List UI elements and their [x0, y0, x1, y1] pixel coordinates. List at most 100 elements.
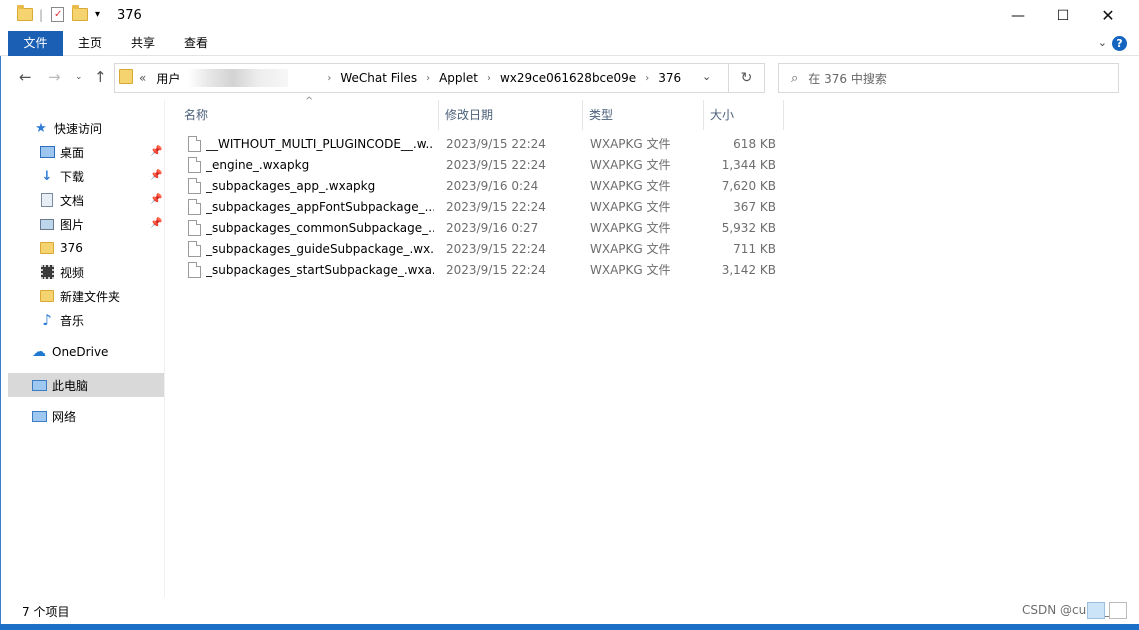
redacted-username — [188, 69, 289, 87]
file-icon — [188, 199, 201, 215]
file-type: WXAPKG 文件 — [590, 200, 671, 214]
nav-item-music[interactable]: ♪ 音乐 — [39, 308, 84, 332]
folder-icon — [39, 288, 55, 304]
nav-item-documents[interactable]: 文档 — [39, 188, 84, 212]
file-size: 5,932 KB — [721, 221, 776, 235]
breadcrumb-item[interactable]: 用户 — [156, 70, 180, 87]
expand-ribbon-icon[interactable]: ⌄ — [1098, 36, 1107, 49]
breadcrumb-current[interactable]: 376 — [658, 71, 681, 85]
breadcrumb-overflow[interactable]: « — [139, 71, 146, 85]
nav-item-videos[interactable]: 视频 — [39, 260, 84, 284]
folder-icon — [39, 240, 55, 256]
breadcrumb-item[interactable]: wx29ce061628bce09e — [500, 71, 636, 85]
status-bar: 7 个项目 CSDN @curry_wu — [0, 597, 1139, 624]
close-button[interactable]: ✕ — [1085, 0, 1131, 31]
file-date: 2023/9/15 22:24 — [446, 263, 546, 277]
refresh-button[interactable]: ↻ — [729, 63, 765, 93]
column-header-name[interactable]: 名称 — [178, 100, 439, 130]
column-header-type[interactable]: 类型 — [583, 100, 704, 130]
large-icons-view-button[interactable] — [1109, 602, 1127, 619]
file-row[interactable]: _subpackages_app_.wxapkg 2023/9/16 0:24 … — [184, 176, 784, 197]
tab-share[interactable]: 共享 — [123, 31, 163, 56]
file-icon — [188, 178, 201, 194]
file-size: 367 KB — [733, 200, 776, 214]
file-icon — [188, 157, 201, 173]
breadcrumb-separator[interactable]: › — [327, 73, 331, 84]
nav-label: 新建文件夹 — [60, 289, 121, 304]
nav-label: 快速访问 — [54, 121, 103, 136]
details-view-button[interactable] — [1087, 602, 1105, 619]
nav-item-new-folder[interactable]: 新建文件夹 — [39, 284, 120, 308]
search-box[interactable]: ⌕ 在 376 中搜索 — [778, 63, 1119, 93]
properties-icon[interactable]: ✓ — [51, 7, 65, 22]
window-title: 376 — [117, 8, 142, 23]
tab-view[interactable]: 查看 — [176, 31, 216, 56]
nav-item-desktop[interactable]: 桌面 — [39, 140, 84, 164]
file-row[interactable]: _subpackages_commonSubpackage_... 2023/9… — [184, 218, 784, 239]
maximize-button[interactable]: ☐ — [1040, 0, 1086, 31]
pin-icon[interactable]: 📌 — [150, 170, 162, 181]
file-row[interactable]: _subpackages_appFontSubpackage_.... 2023… — [184, 197, 784, 218]
file-row[interactable]: _engine_.wxapkg 2023/9/15 22:24 WXAPKG 文… — [184, 155, 784, 176]
breadcrumb-separator[interactable]: › — [645, 73, 649, 84]
forward-button[interactable]: → — [48, 68, 61, 86]
breadcrumb-item[interactable]: WeChat Files — [340, 71, 417, 85]
videos-icon — [39, 264, 55, 280]
refresh-icon: ↻ — [740, 70, 753, 86]
nav-item-downloads[interactable]: ↓ 下载 — [39, 164, 84, 188]
breadcrumb-separator[interactable]: › — [426, 73, 430, 84]
file-date: 2023/9/15 22:24 — [446, 200, 546, 214]
pictures-icon — [39, 216, 55, 232]
new-folder-icon[interactable] — [72, 5, 89, 21]
address-bar[interactable]: « 用户 › WeChat Files › Applet › wx29ce061… — [114, 63, 729, 93]
file-row[interactable]: __WITHOUT_MULTI_PLUGINCODE__.w... 2023/9… — [184, 134, 784, 155]
nav-item-pictures[interactable]: 图片 — [39, 212, 84, 236]
file-row[interactable]: _subpackages_startSubpackage_.wxa... 202… — [184, 260, 784, 281]
customize-toolbar-icon[interactable]: ▾ — [95, 9, 100, 20]
nav-label: 此电脑 — [52, 378, 89, 393]
help-icon[interactable]: ? — [1112, 36, 1127, 51]
file-size: 711 KB — [733, 242, 776, 256]
column-header-size[interactable]: 大小 — [704, 100, 784, 130]
nav-label: 文档 — [60, 193, 85, 208]
file-type: WXAPKG 文件 — [590, 158, 671, 172]
nav-label: OneDrive — [52, 345, 109, 359]
up-button[interactable]: ↑ — [94, 68, 107, 86]
nav-network[interactable]: 网络 — [31, 404, 76, 428]
column-header-date[interactable]: 修改日期 — [439, 100, 583, 130]
ribbon: 文件 主页 共享 查看 ⌄ ? — [0, 31, 1139, 56]
music-icon: ♪ — [42, 311, 52, 329]
minimize-button[interactable]: — — [995, 0, 1041, 31]
nav-label: 图片 — [60, 217, 85, 232]
file-size: 618 KB — [733, 137, 776, 151]
breadcrumb-separator[interactable]: › — [487, 73, 491, 84]
breadcrumb-item[interactable]: Applet — [439, 71, 478, 85]
file-list: ^ 名称 修改日期 类型 大小 __WITHOUT_MULTI_PLUGINCO… — [166, 96, 1139, 597]
separator: | — [39, 7, 44, 22]
tab-home[interactable]: 主页 — [70, 31, 110, 56]
pin-icon[interactable]: 📌 — [150, 218, 162, 229]
nav-item-376[interactable]: 376 — [39, 236, 83, 260]
title-bar: | ✓ ▾ 376 — ☐ ✕ — [0, 0, 1139, 31]
recent-locations-icon[interactable]: ⌄ — [75, 72, 83, 82]
navigation-pane: ★ 快速访问 桌面 📌 ↓ 下载 📌 文档 📌 图片 📌 376 视频 新建文件… — [0, 100, 165, 597]
file-name: __WITHOUT_MULTI_PLUGINCODE__.w... — [206, 137, 434, 151]
nav-label: 音乐 — [60, 313, 85, 328]
nav-label: 376 — [60, 241, 83, 255]
nav-this-pc[interactable]: 此电脑 — [8, 373, 164, 397]
nav-onedrive[interactable]: ☁ OneDrive — [31, 340, 108, 364]
file-type: WXAPKG 文件 — [590, 179, 671, 193]
computer-icon — [31, 377, 47, 393]
file-name: _subpackages_appFontSubpackage_.... — [206, 200, 434, 214]
file-date: 2023/9/15 22:24 — [446, 137, 546, 151]
back-button[interactable]: ← — [19, 68, 32, 86]
tab-file[interactable]: 文件 — [8, 31, 63, 56]
file-date: 2023/9/15 22:24 — [446, 158, 546, 172]
address-dropdown-icon[interactable]: ⌄ — [702, 70, 711, 83]
file-size: 7,620 KB — [721, 179, 776, 193]
file-row[interactable]: _subpackages_guideSubpackage_.wx... 2023… — [184, 239, 784, 260]
pin-icon[interactable]: 📌 — [150, 194, 162, 205]
nav-quick-access[interactable]: ★ 快速访问 — [33, 116, 102, 140]
file-name: _engine_.wxapkg — [206, 158, 310, 172]
pin-icon[interactable]: 📌 — [150, 146, 162, 157]
